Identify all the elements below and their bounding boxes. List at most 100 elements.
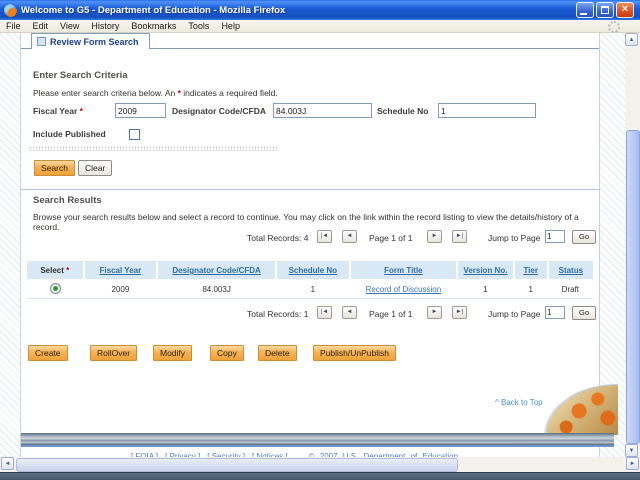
header-form-title-link[interactable]: Form Title (384, 266, 423, 275)
results-divider (21, 189, 599, 190)
page-indicator-bottom: Page 1 of 1 (369, 309, 413, 319)
menu-history[interactable]: History (85, 20, 125, 32)
table-row: 2009 84.003J 1 Record of Discussion 1 1 … (27, 279, 593, 299)
scroll-left-arrow-icon[interactable]: ◄ (1, 457, 14, 470)
go-button-top[interactable]: Go (572, 230, 596, 244)
criteria-note-prefix: Please enter search criteria below. An (33, 88, 178, 98)
cell-form-title: Record of Discussion (349, 279, 458, 299)
header-status-link[interactable]: Status (559, 266, 583, 275)
header-schedule-link[interactable]: Schedule No (289, 266, 337, 275)
clear-button[interactable]: Clear (78, 160, 113, 176)
criteria-heading: Enter Search Criteria (33, 70, 128, 81)
menu-view[interactable]: View (54, 20, 85, 32)
scroll-right-arrow-icon[interactable]: ► (626, 457, 639, 470)
rollover-button[interactable]: RollOver (90, 345, 138, 361)
header-status: Status (546, 261, 593, 280)
copy-button[interactable]: Copy (210, 345, 244, 361)
form-title-link[interactable]: Record of Discussion (366, 285, 442, 294)
browser-window: Welcome to G5 - Department of Education … (0, 0, 640, 480)
cell-tier: 1 (513, 279, 548, 299)
page-indicator-top: Page 1 of 1 (369, 233, 413, 243)
results-table: Select * Fiscal Year Designator Code/CFD… (27, 261, 593, 299)
window-title: Welcome to G5 - Department of Education … (21, 4, 286, 16)
include-published-checkbox[interactable] (129, 129, 140, 140)
go-button-bottom[interactable]: Go (572, 306, 596, 320)
next-page-button-top[interactable]: ► (427, 230, 442, 243)
modify-button[interactable]: Modify (153, 345, 193, 361)
last-page-button-top[interactable]: ►| (452, 230, 467, 243)
total-records-top: Total Records: 4 (247, 233, 309, 243)
scroll-down-arrow-icon[interactable]: ▼ (625, 444, 638, 457)
table-header-row: Select * Fiscal Year Designator Code/CFD… (27, 261, 593, 280)
select-radio[interactable] (49, 282, 61, 294)
results-heading: Search Results (33, 195, 102, 206)
first-page-button-bottom[interactable]: |◄ (317, 306, 332, 319)
first-page-button-top[interactable]: |◄ (317, 230, 332, 243)
last-page-button-bottom[interactable]: ►| (452, 306, 467, 319)
criteria-note: Please enter search criteria below. An *… (33, 88, 278, 98)
create-button[interactable]: Create (28, 345, 68, 361)
header-designator: Designator Code/CFDA (156, 261, 277, 280)
header-fiscal-year: Fiscal Year (82, 261, 158, 280)
schedule-label: Schedule No (377, 106, 429, 116)
header-select-label: Select (40, 266, 67, 275)
next-page-button-bottom[interactable]: ► (427, 306, 442, 319)
horizontal-scrollbar[interactable]: ◄ ► (0, 457, 640, 472)
header-version-link[interactable]: Version No. (463, 266, 507, 275)
horizontal-scrollbar-thumb[interactable] (16, 458, 458, 472)
header-schedule: Schedule No (275, 261, 350, 280)
results-note: Browse your search results below and sel… (33, 212, 579, 232)
throbber-icon (608, 21, 620, 33)
fiscal-year-label-text: Fiscal Year (33, 106, 80, 116)
publish-unpublish-button[interactable]: Publish/UnPublish (313, 345, 396, 361)
menu-help[interactable]: Help (215, 20, 246, 32)
vertical-scrollbar-thumb[interactable] (626, 130, 640, 444)
search-button[interactable]: Search (34, 160, 75, 176)
page-content: Review Form Search Enter Search Criteria… (20, 33, 618, 461)
header-tier: Tier (512, 261, 548, 280)
vertical-scrollbar[interactable]: ▲ ▼ (625, 33, 640, 457)
fiscal-year-input[interactable] (115, 103, 166, 118)
prev-page-button-top[interactable]: ◄ (342, 230, 357, 243)
tab-label: Review Form Search (50, 36, 139, 47)
cell-fiscal-year: 2009 (83, 279, 158, 299)
tab-review-form-search[interactable]: Review Form Search (31, 33, 150, 49)
prev-page-button-bottom[interactable]: ◄ (342, 306, 357, 319)
designator-label: Designator Code/CFDA (172, 106, 266, 116)
header-fiscal-year-link[interactable]: Fiscal Year (100, 266, 142, 275)
schedule-input[interactable] (438, 103, 536, 118)
menu-bookmarks[interactable]: Bookmarks (125, 20, 182, 32)
jump-to-page-input-top[interactable] (545, 230, 565, 243)
scroll-up-arrow-icon[interactable]: ▲ (625, 33, 638, 46)
cell-schedule: 1 (276, 279, 350, 299)
total-records-bottom: Total Records: 1 (247, 309, 309, 319)
header-designator-link[interactable]: Designator Code/CFDA (172, 266, 260, 275)
menu-tools[interactable]: Tools (182, 20, 215, 32)
jump-to-page-label-bottom: Jump to Page (488, 309, 541, 319)
fiscal-year-label: Fiscal Year * (33, 106, 83, 116)
metallic-footer-bar (21, 433, 614, 447)
title-bar: Welcome to G5 - Department of Education … (0, 0, 640, 20)
menu-file[interactable]: File (0, 20, 27, 32)
minimize-button[interactable] (576, 2, 594, 18)
cell-status: Draft (547, 279, 593, 299)
menu-bar: File Edit View History Bookmarks Tools H… (0, 20, 640, 33)
header-select: Select * (27, 261, 84, 280)
select-required-asterisk: * (66, 266, 70, 275)
page-viewport: Review Form Search Enter Search Criteria… (0, 33, 625, 461)
jump-to-page-label-top: Jump to Page (488, 233, 541, 243)
close-button[interactable] (616, 2, 634, 18)
designator-input[interactable] (273, 103, 372, 118)
tab-square-icon (37, 37, 46, 46)
menu-edit[interactable]: Edit (27, 20, 55, 32)
delete-button[interactable]: Delete (258, 345, 297, 361)
jump-to-page-input-bottom[interactable] (545, 306, 565, 319)
header-tier-link[interactable]: Tier (523, 266, 538, 275)
back-to-top-link[interactable]: ^ Back to Top (495, 398, 543, 407)
dotted-divider (29, 146, 277, 151)
header-version: Version No. (456, 261, 514, 280)
classroom-photo (544, 384, 618, 435)
firefox-icon (4, 3, 17, 17)
restore-button[interactable] (596, 2, 614, 18)
criteria-note-suffix: indicates a required field. (180, 88, 278, 98)
